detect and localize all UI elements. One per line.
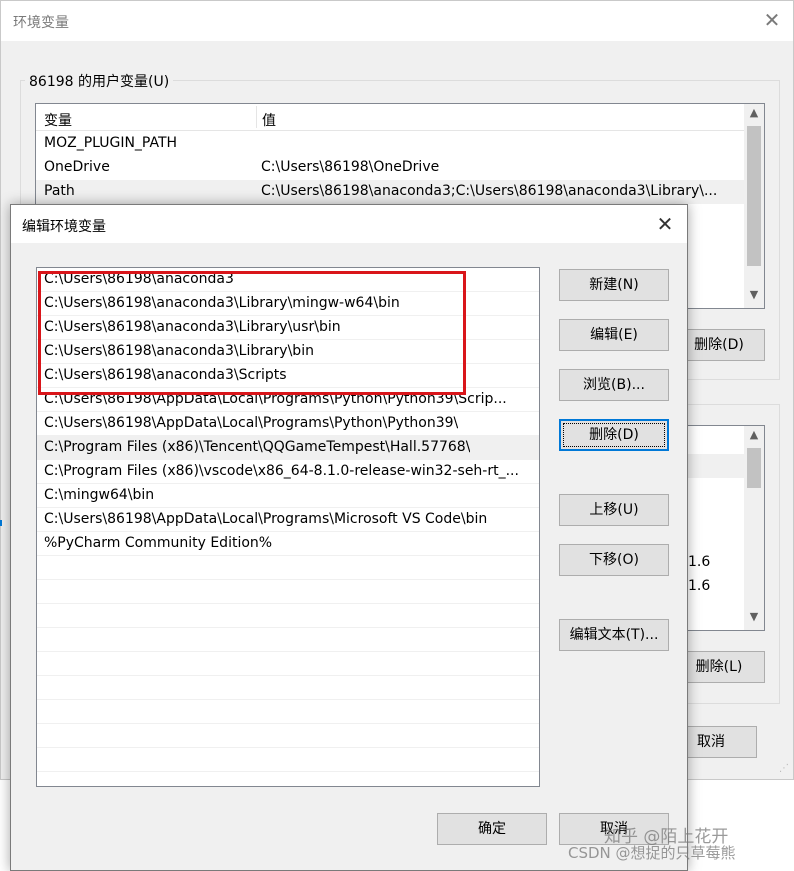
- ok-button[interactable]: 确定: [437, 813, 547, 845]
- list-item[interactable]: C:\Program Files (x86)\vscode\x86_64-8.1…: [37, 460, 539, 484]
- var-name: Path: [44, 183, 75, 199]
- table-row[interactable]: MOZ_PLUGIN_PATH: [36, 132, 746, 156]
- var-value: 1.6: [688, 554, 711, 570]
- list-header: 变量 值: [36, 104, 746, 131]
- list-item[interactable]: C:\Users\86198\AppData\Local\Programs\Mi…: [37, 508, 539, 532]
- path-entry: C:\Users\86198\anaconda3: [44, 271, 234, 287]
- path-entry: C:\Users\86198\anaconda3\Scripts: [44, 367, 287, 383]
- list-item[interactable]: C:\Users\86198\AppData\Local\Programs\Py…: [37, 388, 539, 412]
- column-divider[interactable]: [256, 106, 257, 128]
- scroll-down-icon[interactable]: ▼: [744, 288, 764, 306]
- empty-row[interactable]: [37, 604, 539, 628]
- path-entry: C:\Users\86198\AppData\Local\Programs\Mi…: [44, 511, 488, 527]
- path-entry: %PyCharm Community Edition%: [44, 535, 273, 551]
- path-entry: C:\Users\86198\AppData\Local\Programs\Py…: [44, 391, 507, 407]
- empty-row[interactable]: [37, 556, 539, 580]
- scrollbar-thumb[interactable]: [747, 126, 761, 266]
- scroll-up-icon[interactable]: ▲: [744, 428, 764, 446]
- list-item[interactable]: C:\Users\86198\anaconda3\Library\bin: [37, 340, 539, 364]
- list-item[interactable]: C:\Users\86198\AppData\Local\Programs\Py…: [37, 412, 539, 436]
- path-entry: C:\Users\86198\AppData\Local\Programs\Py…: [44, 415, 459, 431]
- column-header-name[interactable]: 变量: [44, 110, 72, 130]
- list-item[interactable]: C:\mingw64\bin: [37, 484, 539, 508]
- var-name: OneDrive: [44, 159, 110, 175]
- window-title: 环境变量: [13, 15, 69, 31]
- var-value: C:\Users\86198\anaconda3;C:\Users\86198\…: [261, 183, 718, 199]
- move-up-button[interactable]: 上移(U): [559, 494, 669, 526]
- path-entry: C:\Program Files (x86)\vscode\x86_64-8.1…: [44, 463, 519, 479]
- var-value: 1.6: [688, 578, 711, 594]
- list-item[interactable]: %PyCharm Community Edition%: [37, 532, 539, 556]
- empty-row[interactable]: [37, 628, 539, 652]
- browse-button[interactable]: 浏览(B)...: [559, 369, 669, 401]
- path-list[interactable]: C:\Users\86198\anaconda3 C:\Users\86198\…: [36, 267, 540, 787]
- empty-row[interactable]: [37, 676, 539, 700]
- path-entry: C:\Program Files (x86)\Tencent\QQGameTem…: [44, 439, 471, 455]
- list-item[interactable]: C:\Users\86198\anaconda3\Scripts: [37, 364, 539, 388]
- path-entry: C:\mingw64\bin: [44, 487, 155, 503]
- var-name: MOZ_PLUGIN_PATH: [44, 135, 178, 151]
- path-entry: C:\Users\86198\anaconda3\Library\usr\bin: [44, 319, 341, 335]
- empty-row[interactable]: [37, 652, 539, 676]
- edit-button[interactable]: 编辑(E): [559, 319, 669, 351]
- edge-marker: [0, 520, 2, 526]
- csdn-watermark: CSDN @想捉的只草莓熊: [568, 844, 736, 862]
- scroll-down-icon[interactable]: ▼: [744, 610, 764, 628]
- table-row[interactable]: Path C:\Users\86198\anaconda3;C:\Users\8…: [36, 180, 746, 204]
- path-entry: C:\Users\86198\anaconda3\Library\bin: [44, 343, 314, 359]
- delete-button[interactable]: 删除(D): [559, 419, 669, 451]
- dialog-titlebar: 编辑环境变量 ✕: [11, 205, 687, 243]
- close-icon[interactable]: ✕: [653, 212, 677, 236]
- edit-env-var-dialog: 编辑环境变量 ✕ C:\Users\86198\anaconda3 C:\Use…: [10, 204, 688, 871]
- empty-row[interactable]: [37, 700, 539, 724]
- user-vars-group-label: 86198 的用户变量(U): [25, 71, 174, 91]
- window-titlebar: 环境变量 ✕: [1, 1, 793, 41]
- vertical-scrollbar[interactable]: ▲ ▼: [744, 426, 764, 630]
- var-value: C:\Users\86198\OneDrive: [261, 159, 440, 175]
- vertical-scrollbar[interactable]: ▲ ▼: [744, 104, 764, 308]
- scroll-up-icon[interactable]: ▲: [744, 106, 764, 124]
- edit-text-button[interactable]: 编辑文本(T)...: [559, 619, 669, 651]
- list-item[interactable]: C:\Program Files (x86)\Tencent\QQGameTem…: [37, 436, 539, 460]
- resize-grip-icon[interactable]: ⋰: [779, 763, 791, 775]
- scrollbar-thumb[interactable]: [747, 448, 761, 488]
- move-down-button[interactable]: 下移(O): [559, 544, 669, 576]
- path-entry: C:\Users\86198\anaconda3\Library\mingw-w…: [44, 295, 400, 311]
- list-item[interactable]: C:\Users\86198\anaconda3\Library\mingw-w…: [37, 292, 539, 316]
- list-item[interactable]: C:\Users\86198\anaconda3\Library\usr\bin: [37, 316, 539, 340]
- table-row[interactable]: OneDrive C:\Users\86198\OneDrive: [36, 156, 746, 180]
- dialog-title: 编辑环境变量: [22, 219, 106, 235]
- list-item[interactable]: C:\Users\86198\anaconda3: [37, 268, 539, 292]
- close-icon[interactable]: ✕: [761, 9, 783, 31]
- column-header-value[interactable]: 值: [262, 110, 276, 130]
- empty-row[interactable]: [37, 748, 539, 772]
- empty-row[interactable]: [37, 580, 539, 604]
- empty-row[interactable]: [37, 724, 539, 748]
- new-button[interactable]: 新建(N): [559, 269, 669, 301]
